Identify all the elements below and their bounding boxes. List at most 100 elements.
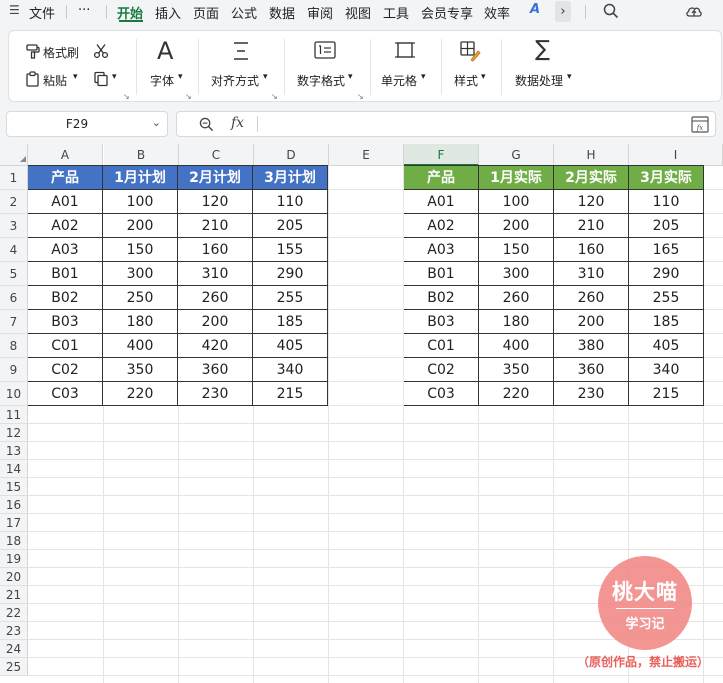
table-cell[interactable]: 260 [554,286,629,310]
table-cell[interactable]: B01 [404,262,479,286]
table-cell[interactable]: 405 [629,334,704,358]
search-icon[interactable] [603,3,619,19]
row-header-2[interactable]: 2 [0,190,28,214]
row-header-5[interactable]: 5 [0,262,28,286]
table-cell[interactable]: 360 [554,358,629,382]
table-cell[interactable]: 160 [178,238,253,262]
table-cell[interactable]: 220 [103,382,178,406]
table-cell[interactable]: 250 [103,286,178,310]
column-header-i[interactable]: I [629,144,723,166]
row-header-10[interactable]: 10 [0,382,28,406]
table-cell[interactable]: A03 [28,238,103,262]
table-cell[interactable]: 110 [253,190,328,214]
table-cell[interactable]: 230 [178,382,253,406]
row-header-9[interactable]: 9 [0,358,28,382]
table-cell[interactable]: A01 [28,190,103,214]
row-header-21[interactable]: 21 [0,586,28,604]
function-wizard-icon[interactable]: fx [691,116,709,133]
cell-dropdown-icon[interactable]: ▾ [421,72,426,82]
table-cell[interactable]: 400 [479,334,554,358]
table-cell[interactable]: 100 [103,190,178,214]
style-icon[interactable] [459,40,481,62]
row-header-11[interactable]: 11 [0,406,28,424]
table-cell[interactable]: 100 [479,190,554,214]
table-cell[interactable]: 205 [629,214,704,238]
table-cell[interactable]: 290 [253,262,328,286]
align-button[interactable]: 对齐方式 [211,72,259,89]
table-cell[interactable]: 290 [629,262,704,286]
format-painter-button[interactable]: 格式刷 [43,44,79,61]
tab-insert[interactable]: 插入 [155,3,181,22]
table-header-cell[interactable]: 2月实际 [554,166,629,190]
group-launcher-icon[interactable]: ↘ [123,92,130,101]
table-cell[interactable]: B01 [28,262,103,286]
chevron-right-icon[interactable]: › [555,1,571,22]
table-cell[interactable]: 300 [103,262,178,286]
table-cell[interactable]: 310 [554,262,629,286]
table-cell[interactable]: C01 [404,334,479,358]
align-icon[interactable] [231,40,251,62]
table-cell[interactable]: 260 [178,286,253,310]
sigma-icon[interactable]: ∑ [535,39,550,61]
table-header-cell[interactable]: 3月计划 [253,166,328,190]
number-format-dropdown-icon[interactable]: ▾ [348,72,353,82]
table-cell[interactable]: B03 [28,310,103,334]
table-cell[interactable]: 185 [629,310,704,334]
table-cell[interactable]: 200 [554,310,629,334]
table-cell[interactable]: A03 [404,238,479,262]
table-header-cell[interactable]: 1月实际 [479,166,554,190]
row-header-3[interactable]: 3 [0,214,28,238]
table-header-cell[interactable]: 3月实际 [629,166,704,190]
tab-efficiency[interactable]: 效率 [484,3,510,22]
row-header-17[interactable]: 17 [0,514,28,532]
table-header-cell[interactable]: 产品 [28,166,103,190]
data-processing-dropdown-icon[interactable]: ▾ [567,72,572,82]
column-header-a[interactable]: A [28,144,103,166]
font-icon[interactable]: A [157,39,173,63]
data-processing-button[interactable]: 数据处理 [515,72,563,89]
row-header-25[interactable]: 25 [0,658,28,676]
table-cell[interactable]: C03 [404,382,479,406]
table-cell[interactable]: 150 [479,238,554,262]
column-header-g[interactable]: G [479,144,554,166]
row-header-7[interactable]: 7 [0,310,28,334]
row-header-14[interactable]: 14 [0,460,28,478]
row-header-8[interactable]: 8 [0,334,28,358]
row-header-16[interactable]: 16 [0,496,28,514]
table-cell[interactable]: 350 [103,358,178,382]
ai-icon[interactable]: A [530,2,540,17]
table-cell[interactable]: 340 [629,358,704,382]
row-header-1[interactable]: 1 [0,166,28,190]
table-cell[interactable]: 155 [253,238,328,262]
column-header-b[interactable]: B [104,144,179,166]
name-box[interactable]: F29 ⌄ [6,111,168,137]
table-cell[interactable]: B02 [28,286,103,310]
column-header-h[interactable]: H [554,144,629,166]
menu-file[interactable]: 文件 [29,3,55,22]
table-cell[interactable]: 400 [103,334,178,358]
row-header-20[interactable]: 20 [0,568,28,586]
column-header-f[interactable]: F [404,144,479,166]
table-cell[interactable]: C01 [28,334,103,358]
table-cell[interactable]: 200 [178,310,253,334]
table-cell[interactable]: 350 [479,358,554,382]
tab-page[interactable]: 页面 [193,3,219,22]
table-cell[interactable]: 255 [253,286,328,310]
column-header-c[interactable]: C [179,144,254,166]
tab-tools[interactable]: 工具 [383,3,409,22]
table-cell[interactable]: B03 [404,310,479,334]
column-header-d[interactable]: D [254,144,329,166]
table-cell[interactable]: A02 [404,214,479,238]
cell-button[interactable]: 单元格 [381,72,417,89]
row-header-24[interactable]: 24 [0,640,28,658]
copy-dropdown-icon[interactable]: ▾ [112,72,117,82]
tab-review[interactable]: 审阅 [307,3,333,22]
row-header-4[interactable]: 4 [0,238,28,262]
table-cell[interactable]: 340 [253,358,328,382]
paste-button[interactable]: 粘贴 [43,72,67,89]
table-cell[interactable]: A01 [404,190,479,214]
chevron-down-icon[interactable]: ⌄ [152,116,161,129]
column-header-e[interactable]: E [329,144,404,166]
table-cell[interactable]: 300 [479,262,554,286]
row-header-12[interactable]: 12 [0,424,28,442]
